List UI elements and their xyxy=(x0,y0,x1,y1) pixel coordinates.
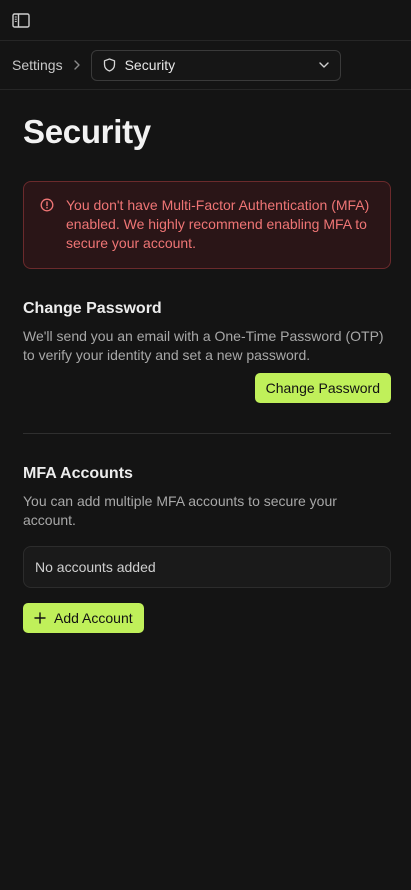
mfa-accounts-title: MFA Accounts xyxy=(23,465,133,482)
change-password-section: Change Password We'll send you an email … xyxy=(23,300,391,403)
section-select-value: Security xyxy=(124,57,176,73)
main-content: Security You don't have Multi-Factor Aut… xyxy=(0,112,411,633)
change-password-description: We'll send you an email with a One-Time … xyxy=(23,328,384,363)
mfa-accounts-section: MFA Accounts You can add multiple MFA ac… xyxy=(23,465,391,633)
change-password-button[interactable]: Change Password xyxy=(254,373,391,403)
info-circle-icon xyxy=(40,198,54,217)
breadcrumb: Settings Security xyxy=(0,41,411,90)
chevron-down-icon xyxy=(318,61,330,69)
alert-message: You don't have Multi-Factor Authenticati… xyxy=(66,197,370,251)
sidebar-toggle-icon[interactable] xyxy=(12,12,30,28)
plus-icon xyxy=(34,612,46,624)
add-account-button[interactable]: Add Account xyxy=(23,603,144,633)
shield-icon xyxy=(103,58,116,72)
breadcrumb-settings-link[interactable]: Settings xyxy=(12,57,63,73)
mfa-accounts-description: You can add multiple MFA accounts to sec… xyxy=(23,493,337,528)
chevron-right-icon xyxy=(66,59,88,71)
mfa-accounts-empty-state: No accounts added xyxy=(23,546,391,588)
mfa-warning-alert: You don't have Multi-Factor Authenticati… xyxy=(23,181,391,269)
top-bar xyxy=(0,0,411,41)
page-title: Security xyxy=(23,113,151,150)
section-divider xyxy=(23,433,391,434)
change-password-title: Change Password xyxy=(23,300,162,317)
section-select[interactable]: Security xyxy=(90,49,341,81)
add-account-label: Add Account xyxy=(54,610,133,626)
